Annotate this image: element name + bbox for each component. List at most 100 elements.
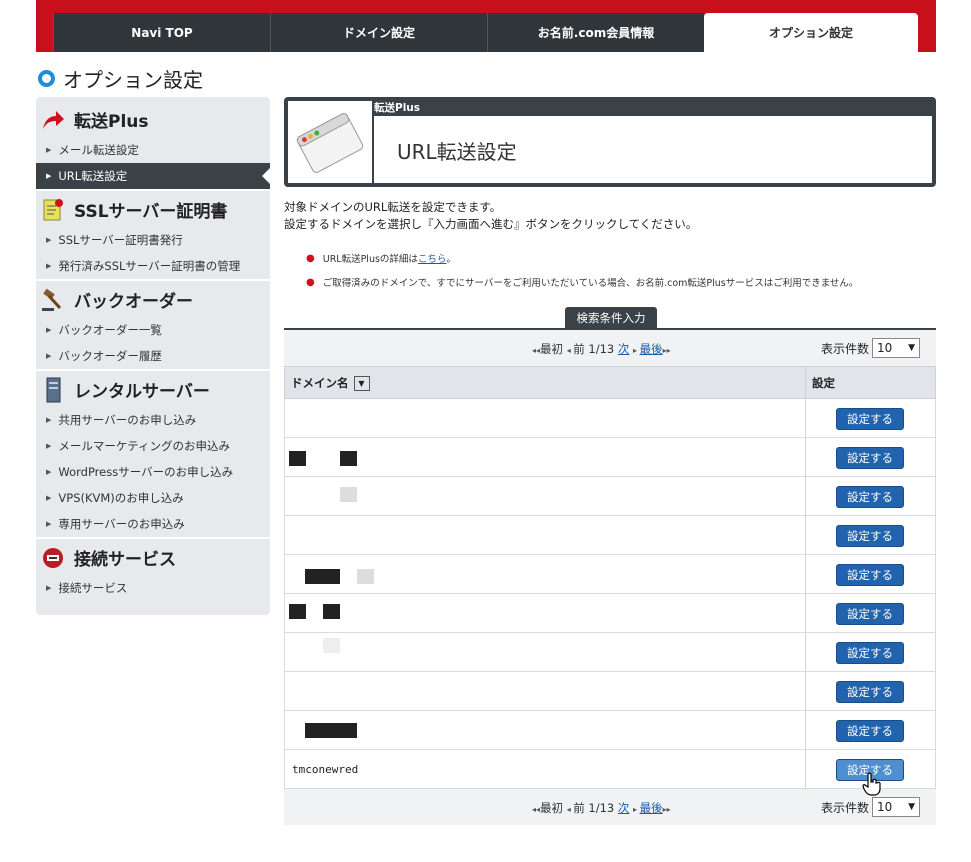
sidebar-item-label: バックオーダー一覧	[58, 323, 162, 337]
gavel-icon	[40, 288, 66, 312]
pager-page: 1/13	[588, 342, 615, 356]
pager-last[interactable]: 最後	[640, 342, 663, 356]
sidebar-item-ssl-issue[interactable]: ▶ SSLサーバー証明書発行	[36, 227, 270, 253]
sidebar-item-label: バックオーダー履歴	[58, 349, 162, 363]
pager-first[interactable]: 最初	[540, 342, 563, 356]
description-line: 対象ドメインのURL転送を設定できます。	[284, 200, 502, 214]
connection-icon	[40, 546, 66, 570]
table-row: 設定する	[284, 711, 936, 750]
section-header: 転送Plus URL転送設定	[284, 97, 936, 187]
details-link[interactable]: こちら	[418, 251, 447, 265]
header-category: 転送Plus	[374, 102, 421, 114]
sidebar-item-wordpress-server[interactable]: ▶ WordPressサーバーのお申し込み	[36, 459, 270, 485]
domain-name: tmconewred	[292, 763, 359, 776]
sidebar-section-ssl: SSLサーバー証明書	[40, 197, 227, 222]
sidebar-item-label: URL転送設定	[58, 169, 128, 183]
page-title: オプション設定	[38, 64, 203, 93]
configure-button[interactable]: 設定する	[836, 564, 904, 586]
configure-button[interactable]: 設定する	[836, 720, 904, 742]
circle-icon	[38, 70, 55, 87]
sidebar-item-label: 専用サーバーのお申込み	[58, 517, 185, 531]
certificate-icon	[40, 198, 66, 222]
configure-button[interactable]: 設定する	[836, 681, 904, 703]
table-row: 設定する	[284, 399, 936, 438]
pager-bottom: ◂◂最初 ◂ 前 1/13 次 ▸ 最後▸▸ 表示件数 10 ▼	[284, 789, 936, 825]
sidebar-item-connection-service[interactable]: ▶ 接続サービス	[36, 575, 270, 601]
sidebar: 転送Plus ▶ メール転送設定 ▶ URL転送設定 SSLサーバー証明書 ▶ SSL…	[36, 97, 270, 615]
note-text: 。	[446, 254, 456, 265]
tab-navi-top[interactable]: Navi TOP	[53, 13, 270, 52]
sidebar-item-label: VPS(KVM)のお申し込み	[58, 491, 184, 505]
tab-domain-settings[interactable]: ドメイン設定	[270, 13, 487, 52]
section-title: 接続サービス	[74, 550, 176, 570]
sidebar-item-mail-transfer[interactable]: ▶ メール転送設定	[36, 137, 270, 163]
sidebar-item-label: SSLサーバー証明書発行	[58, 233, 183, 247]
sidebar-item-shared-server[interactable]: ▶ 共用サーバーのお申し込み	[36, 407, 270, 433]
server-icon	[40, 377, 66, 402]
configure-button[interactable]: 設定する	[836, 642, 904, 664]
sidebar-section-backorder: バックオーダー	[40, 287, 193, 312]
pager-last[interactable]: 最後	[640, 801, 663, 815]
sidebar-item-label: 接続サービス	[58, 581, 128, 595]
per-page-value: 10	[877, 341, 893, 355]
pager-first[interactable]: 最初	[540, 801, 563, 815]
sort-icon[interactable]: ▼	[353, 375, 370, 391]
table-row: 設定する	[284, 594, 936, 633]
column-header-setting: 設定	[812, 376, 835, 390]
arrow-icon	[40, 108, 66, 132]
chevron-down-icon: ▼	[908, 343, 916, 353]
domain-table: ドメイン名 ▼ 設定 設定する 設定する 設定する 設定する 設定する 設定する …	[284, 366, 936, 789]
sidebar-section-connection: 接続サービス	[40, 545, 176, 570]
sidebar-item-dedicated-server[interactable]: ▶ 専用サーバーのお申込み	[36, 511, 270, 537]
table-row: 設定する	[284, 672, 936, 711]
tab-member-info[interactable]: お名前.com会員情報	[487, 13, 704, 52]
configure-button[interactable]: 設定する	[836, 408, 904, 430]
per-page-value: 10	[877, 800, 893, 814]
section-title: SSLサーバー証明書	[74, 202, 228, 222]
window-icon	[288, 101, 372, 183]
section-title: 転送Plus	[74, 112, 149, 132]
section-title: バックオーダー	[74, 292, 193, 312]
sidebar-item-label: メール転送設定	[58, 143, 139, 157]
sidebar-item-label: メールマーケティングのお申込み	[58, 439, 230, 453]
table-row: 設定する	[284, 477, 936, 516]
per-page-select[interactable]: 10 ▼	[872, 338, 921, 358]
chevron-down-icon: ▼	[908, 802, 916, 812]
sidebar-item-backorder-list[interactable]: ▶ バックオーダー一覧	[36, 317, 270, 343]
per-page-label: 表示件数	[821, 800, 870, 815]
note-text: ご取得済みのドメインで、すでにサーバーをご利用いただいている場合、お名前.com…	[322, 278, 859, 289]
search-conditions-tab[interactable]: 検索条件入力	[565, 307, 657, 329]
table-header: ドメイン名 ▼ 設定	[284, 366, 936, 399]
description-line: 設定するドメインを選択し『入力画面へ進む』ボタンをクリックしてください。	[284, 217, 698, 231]
sidebar-item-mail-marketing[interactable]: ▶ メールマーケティングのお申込み	[36, 433, 270, 459]
configure-button[interactable]: 設定する	[836, 525, 904, 547]
pager-prev[interactable]: 前	[573, 342, 585, 356]
section-title: レンタルサーバー	[74, 382, 210, 402]
configure-button[interactable]: 設定する	[836, 447, 904, 469]
table-row: tmconewred 設定する	[284, 750, 936, 789]
per-page-label: 表示件数	[821, 341, 870, 356]
table-row: 設定する	[284, 633, 936, 672]
configure-button[interactable]: 設定する	[836, 486, 904, 508]
pager-prev[interactable]: 前	[573, 801, 585, 815]
sidebar-item-label: WordPressサーバーのお申し込み	[58, 465, 234, 479]
pager-next[interactable]: 次	[618, 342, 630, 356]
pager-page: 1/13	[588, 801, 615, 815]
sidebar-section-transfer-plus: 転送Plus	[40, 107, 149, 132]
note-text: URL転送Plusの詳細は	[322, 254, 418, 265]
table-row: 設定する	[284, 555, 936, 594]
note-restriction: ● ご取得済みのドメインで、すでにサーバーをご利用いただいている場合、お名前.c…	[306, 276, 859, 290]
per-page-control: 表示件数 10 ▼	[821, 338, 921, 358]
configure-button[interactable]: 設定する	[836, 603, 904, 625]
pager-next[interactable]: 次	[618, 801, 630, 815]
hand-cursor-icon	[862, 772, 882, 801]
sidebar-item-vps[interactable]: ▶ VPS(KVM)のお申し込み	[36, 485, 270, 511]
tab-option-settings[interactable]: オプション設定	[704, 13, 918, 52]
sidebar-item-ssl-manage[interactable]: ▶ 発行済みSSLサーバー証明書の管理	[36, 253, 270, 279]
sidebar-item-backorder-history[interactable]: ▶ バックオーダー履歴	[36, 343, 270, 369]
sidebar-section-rental-server: レンタルサーバー	[40, 377, 210, 402]
column-header-domain: ドメイン名	[291, 376, 349, 390]
sidebar-item-label: 共用サーバーのお申し込み	[58, 413, 197, 427]
pager-top: ◂◂最初 ◂ 前 1/13 次 ▸ 最後▸▸ 表示件数 10 ▼	[284, 330, 936, 366]
sidebar-item-url-transfer[interactable]: ▶ URL転送設定	[36, 163, 270, 189]
